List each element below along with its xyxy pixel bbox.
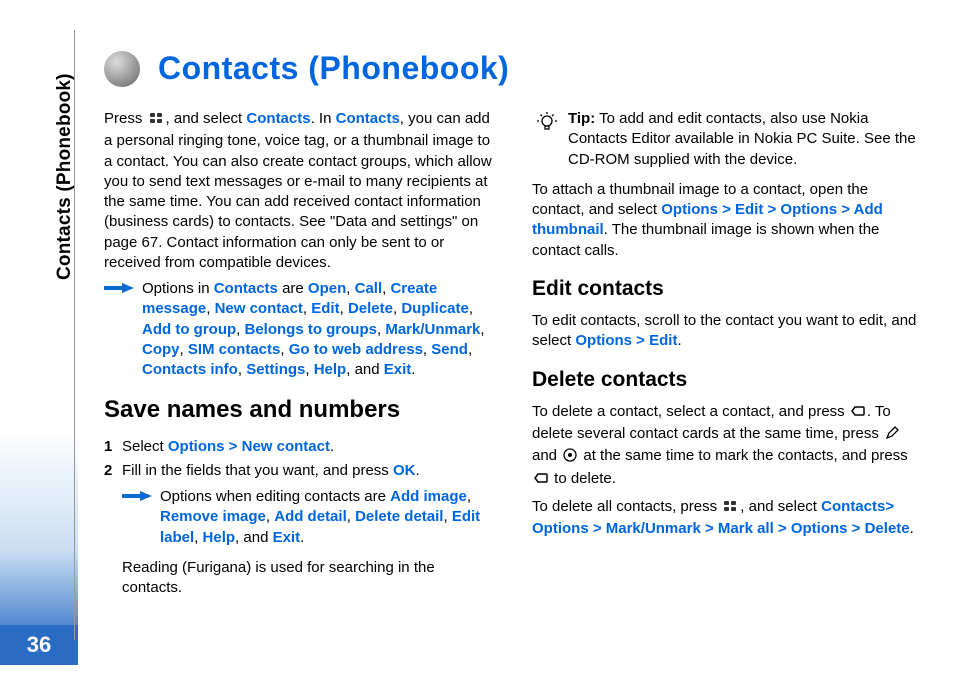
options-block: Options when editing contacts are Add im… — [122, 487, 496, 548]
step-1: 1 Select Options > New contact. — [104, 437, 496, 457]
contacts-icon — [104, 51, 140, 87]
text: Press — [104, 110, 147, 127]
text: . — [300, 529, 304, 546]
link: Options > Edit — [575, 332, 677, 349]
clear-key-icon — [534, 471, 548, 491]
side-section-title: Contacts (Phonebook) — [54, 73, 76, 280]
text: Fill in the fields that you want, and pr… — [122, 462, 393, 479]
option: Add detail — [274, 508, 347, 525]
title-row: Contacts (Phonebook) — [104, 50, 924, 87]
option: Open — [308, 280, 346, 297]
text: To delete all contacts, press — [532, 498, 721, 515]
text: To delete a contact, select a contact, a… — [532, 403, 849, 420]
option: Delete detail — [355, 508, 443, 525]
option: Exit — [273, 529, 301, 546]
pen-key-icon — [885, 426, 899, 446]
text: Options in — [142, 280, 214, 297]
option: Contacts info — [142, 361, 238, 378]
text: are — [278, 280, 308, 297]
step-number: 2 — [104, 461, 112, 481]
option: Settings — [246, 361, 305, 378]
text: , and select — [166, 110, 247, 127]
text: . — [415, 462, 419, 479]
sidebar: Contacts (Phonebook) 36 — [0, 0, 78, 689]
text: and — [532, 447, 561, 464]
heading-delete: Delete contacts — [532, 366, 924, 394]
text: . In — [311, 110, 336, 127]
option: Belongs to groups — [244, 321, 377, 338]
thumbnail-paragraph: To attach a thumbnail image to a contact… — [532, 180, 924, 261]
link: Options > New contact — [168, 438, 330, 455]
option: Call — [355, 280, 383, 297]
option: Add to group — [142, 321, 236, 338]
step-number: 1 — [104, 437, 112, 457]
arrow-icon — [104, 283, 134, 293]
text: , and — [346, 361, 384, 378]
text: . — [677, 332, 681, 349]
heading-save: Save names and numbers — [104, 394, 496, 426]
link-contacts: Contacts — [336, 110, 400, 127]
option: Help — [203, 529, 236, 546]
text: to delete. — [550, 470, 616, 487]
vertical-divider — [74, 30, 75, 640]
link-contacts: Contacts — [246, 110, 310, 127]
menu-key-icon — [723, 499, 738, 519]
clear-key-icon — [851, 404, 865, 424]
option: Go to web address — [289, 341, 423, 358]
option: SIM contacts — [188, 341, 281, 358]
text: . — [330, 438, 334, 455]
option: Delete — [348, 300, 393, 317]
option: Remove image — [160, 508, 266, 525]
option: Help — [314, 361, 347, 378]
link: OK — [393, 462, 416, 479]
edit-paragraph: To edit contacts, scroll to the contact … — [532, 311, 924, 352]
intro-paragraph: Press , and select Contacts. In Contacts… — [104, 109, 496, 273]
text: . — [411, 361, 415, 378]
option: Mark/Unmark — [385, 321, 480, 338]
text: Select — [122, 438, 168, 455]
delete-paragraph-2: To delete all contacts, press , and sele… — [532, 497, 924, 540]
side-gradient — [0, 430, 78, 650]
option: Edit — [311, 300, 339, 317]
link: Contacts — [214, 280, 278, 297]
page-title: Contacts (Phonebook) — [158, 50, 509, 87]
option: Duplicate — [401, 300, 469, 317]
text: at the same time to mark the contacts, a… — [579, 447, 907, 464]
menu-key-icon — [149, 111, 164, 131]
tip-label: Tip: — [568, 110, 595, 127]
tip-lightbulb-icon — [536, 111, 558, 133]
page-content: Contacts (Phonebook) Press , and select … — [104, 50, 924, 660]
option: Exit — [384, 361, 412, 378]
text: Options when editing contacts are — [160, 488, 390, 505]
heading-edit: Edit contacts — [532, 275, 924, 303]
arrow-icon — [122, 491, 152, 501]
steps-list: 1 Select Options > New contact. 2 Fill in … — [104, 437, 496, 548]
text: , you can add a personal ringing tone, v… — [104, 110, 492, 271]
option: Add image — [390, 488, 467, 505]
text: , and — [235, 529, 273, 546]
option: New contact — [215, 300, 303, 317]
text: , and select — [740, 498, 821, 515]
tip-block: Tip: To add and edit contacts, also use … — [532, 109, 924, 170]
options-block: Options in Contacts are Open, Call, Crea… — [104, 279, 496, 380]
text: . — [910, 520, 914, 537]
option: Copy — [142, 341, 180, 358]
furigana-note: Reading (Furigana) is used for searching… — [104, 558, 496, 599]
step-2: 2 Fill in the fields that you want, and p… — [104, 461, 496, 548]
scroll-key-icon — [563, 448, 577, 468]
tip-text: To add and edit contacts, also use Nokia… — [568, 110, 916, 168]
delete-paragraph-1: To delete a contact, select a contact, a… — [532, 402, 924, 491]
page-number: 36 — [0, 625, 78, 665]
option: Send — [431, 341, 468, 358]
body-columns: Press , and select Contacts. In Contacts… — [104, 109, 924, 604]
